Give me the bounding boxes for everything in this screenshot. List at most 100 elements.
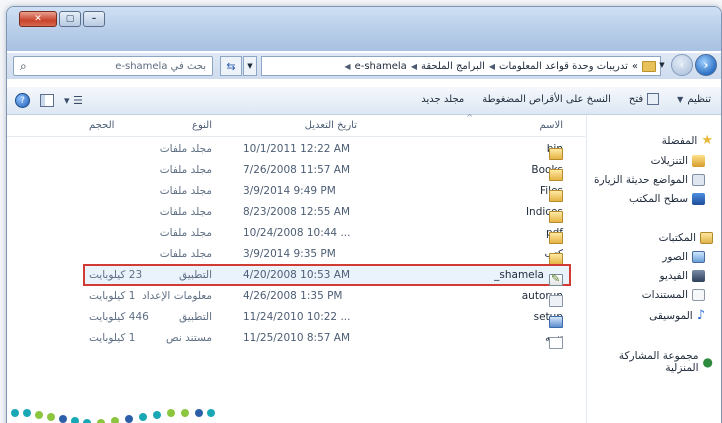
sidebar-item-pictures[interactable]: الصور bbox=[587, 251, 713, 263]
file-date: 8/23/2008 12:55 AM bbox=[243, 206, 351, 218]
breadcrumb-segment[interactable]: البرامج الملحقة bbox=[421, 61, 485, 72]
file-name: pdf bbox=[546, 227, 563, 244]
file-type: مجلد ملفات bbox=[159, 143, 212, 155]
logo-dot bbox=[35, 411, 43, 419]
column-header-size[interactable]: الحجم bbox=[89, 120, 114, 131]
title-bar: ✕ ▢ – bbox=[7, 7, 721, 51]
table-row[interactable]: Books 7/26/2008 11:57 AM مجلد ملفات bbox=[7, 159, 585, 181]
recent-locations-dropdown[interactable]: ▼ bbox=[243, 56, 257, 76]
file-type: معلومات الإعداد bbox=[142, 290, 212, 302]
open-label: فتح bbox=[628, 93, 644, 105]
sidebar-item-recent-places[interactable]: المواضع حديثة الزيارة bbox=[587, 174, 713, 186]
pictures-icon bbox=[692, 251, 705, 263]
table-row[interactable]: bin 10/1/2011 12:22 AM مجلد ملفات bbox=[7, 138, 585, 160]
favorites-label: المفضلة bbox=[661, 134, 698, 147]
sidebar-item-music[interactable]: ♪ الموسيقى bbox=[587, 308, 713, 323]
organize-label: تنظيم bbox=[687, 93, 711, 105]
explorer-window: ✕ ▢ – ⌕ بحث في e-shamela ⇆ ▼ ◀ e-shamela… bbox=[6, 6, 722, 423]
navigation-pane: ★ المفضلة التنزيلات المواضع حديثة الزيار… bbox=[586, 115, 721, 423]
logo-dot bbox=[207, 409, 215, 417]
table-row[interactable]: setup 11/24/2010 10:22 ... التطبيق 446 كيلو… bbox=[7, 306, 585, 328]
breadcrumb-segment[interactable]: تدريبات وحدة قواعد المعلومات bbox=[499, 61, 628, 72]
file-name: bin bbox=[547, 143, 563, 160]
search-input[interactable]: ⌕ بحث في e-shamela bbox=[13, 56, 213, 76]
table-row[interactable]: shamela_ 4/20/2008 10:53 AM التطبيق 23 كيلو… bbox=[83, 264, 571, 286]
chevron-down-icon: ▼ bbox=[677, 94, 684, 104]
logo-dot bbox=[125, 415, 133, 423]
file-size: 446 كيلوبايت bbox=[89, 311, 149, 323]
table-row[interactable]: Indices 8/23/2008 12:55 AM مجلد ملفات bbox=[7, 201, 585, 223]
chevron-left-icon: ◀ bbox=[488, 61, 496, 71]
sidebar-item-desktop[interactable]: سطح المكتب bbox=[587, 193, 713, 205]
chevron-left-icon: ◀ bbox=[344, 61, 351, 71]
text-file-icon bbox=[549, 337, 563, 349]
sidebar-item-downloads[interactable]: التنزيلات bbox=[587, 155, 713, 167]
table-row[interactable]: تنبيه 11/25/2010 8:57 AM مستند نص 1 كيلوباي… bbox=[7, 327, 585, 349]
new-folder-label: مجلد جديد bbox=[421, 93, 465, 105]
view-controls: ? ▾ ☰ bbox=[15, 93, 83, 108]
logo-dot bbox=[23, 409, 31, 417]
logo-dot bbox=[47, 413, 55, 421]
navigation-buttons: ▼ ‹ › bbox=[655, 54, 717, 76]
breadcrumb-segment[interactable]: e-shamela bbox=[355, 61, 407, 72]
desktop-icon bbox=[692, 193, 705, 205]
file-date: 4/20/2008 10:53 AM bbox=[243, 269, 351, 281]
back-button[interactable]: › bbox=[695, 54, 717, 76]
file-type: مستند نص bbox=[166, 332, 212, 344]
view-options-icon[interactable]: ▾ ☰ bbox=[64, 94, 83, 107]
sidebar-item-label: الفيديو bbox=[659, 270, 688, 282]
search-icon: ⌕ bbox=[20, 58, 27, 73]
table-row[interactable]: كتب 3/9/2014 9:35 PM مجلد ملفات bbox=[7, 243, 585, 265]
file-size: 1 كيلوبايت bbox=[89, 290, 136, 302]
table-row[interactable]: Files 3/9/2014 9:49 PM مجلد ملفات bbox=[7, 180, 585, 202]
open-icon bbox=[647, 93, 660, 105]
chevron-left-icon: ◀ bbox=[410, 61, 417, 71]
close-button[interactable]: ✕ bbox=[19, 11, 57, 27]
sidebar-item-videos[interactable]: الفيديو bbox=[587, 270, 713, 282]
recent-places-icon bbox=[692, 174, 705, 186]
sidebar-item-label: سطح المكتب bbox=[629, 193, 688, 205]
logo-dot bbox=[59, 415, 67, 423]
homegroup-header[interactable]: ● مجموعة المشاركة المنزلية bbox=[587, 350, 713, 374]
sidebar-item-documents[interactable]: المستندات bbox=[587, 289, 713, 301]
favorites-header[interactable]: ★ المفضلة bbox=[587, 133, 713, 148]
new-folder-button[interactable]: مجلد جديد bbox=[421, 93, 464, 105]
file-date: 3/9/2014 9:49 PM bbox=[243, 185, 336, 197]
help-icon[interactable]: ? bbox=[15, 93, 30, 108]
open-button[interactable]: فتح bbox=[628, 93, 660, 105]
sidebar-item-label: المواضع حديثة الزيارة bbox=[593, 174, 688, 186]
logo-dots bbox=[7, 405, 237, 423]
file-name-text: shamela_ bbox=[494, 269, 544, 281]
command-items: تنظيم ▼ فتح النسخ على الأقراص المضغوطة م… bbox=[421, 93, 711, 105]
breadcrumb[interactable]: ◀ e-shamela ◀ البرامج الملحقة ◀ تدريبات … bbox=[261, 56, 661, 76]
preview-pane-icon[interactable] bbox=[40, 94, 54, 107]
file-name: تنبيه bbox=[545, 332, 563, 349]
logo-dot bbox=[153, 411, 161, 419]
documents-icon bbox=[692, 289, 705, 301]
sidebar-item-label: التنزيلات bbox=[650, 155, 688, 167]
maximize-button[interactable]: ▢ bbox=[59, 11, 81, 27]
column-header-type[interactable]: النوع bbox=[152, 120, 212, 131]
minimize-button[interactable]: – bbox=[83, 11, 105, 27]
sidebar-item-label: الصور bbox=[662, 251, 688, 263]
breadcrumb-overflow[interactable]: « bbox=[632, 61, 638, 72]
column-header-name[interactable]: الاسم bbox=[539, 120, 563, 131]
organize-button[interactable]: تنظيم ▼ bbox=[677, 93, 711, 105]
folder-icon bbox=[642, 60, 656, 72]
file-type: مجلد ملفات bbox=[159, 206, 212, 218]
libraries-header[interactable]: المكتبات bbox=[587, 232, 713, 244]
column-header-date[interactable]: تاريخ التعديل bbox=[227, 120, 357, 131]
homegroup-icon: ● bbox=[702, 355, 713, 369]
table-row[interactable]: pdf 10/24/2008 10:44 ... مجلد ملفات bbox=[7, 222, 585, 244]
file-name: Files bbox=[540, 185, 563, 202]
chevron-down-icon[interactable]: ▼ bbox=[655, 55, 669, 75]
star-icon: ★ bbox=[701, 133, 713, 148]
file-name: Books bbox=[531, 164, 563, 181]
table-row[interactable]: autorun 4/26/2008 1:35 PM معلومات الإعداد 1… bbox=[7, 285, 585, 307]
burn-button[interactable]: النسخ على الأقراص المضغوطة bbox=[482, 93, 611, 105]
forward-button[interactable]: ‹ bbox=[671, 54, 693, 76]
file-date: 3/9/2014 9:35 PM bbox=[243, 248, 336, 260]
logo-dot bbox=[111, 417, 119, 423]
refresh-button[interactable]: ⇆ bbox=[220, 56, 242, 76]
